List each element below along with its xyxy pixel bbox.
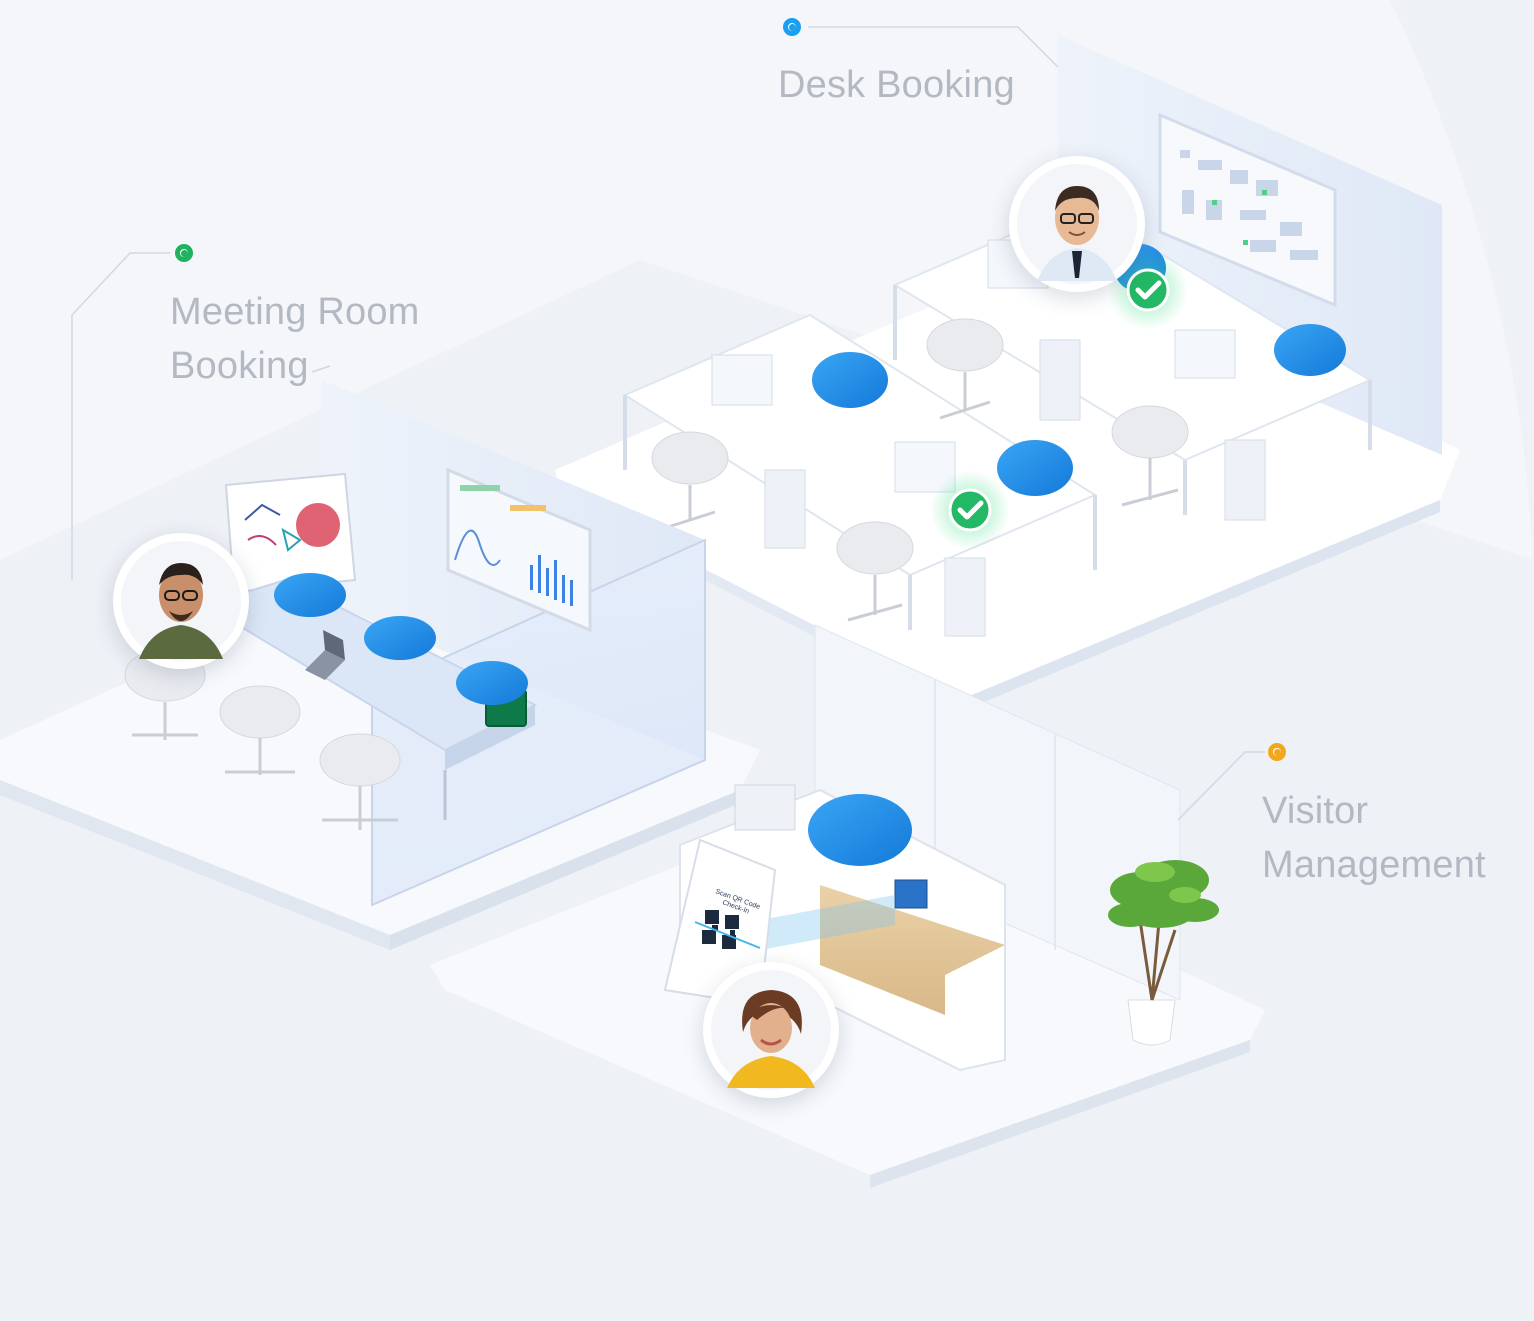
meeting-room-marker	[175, 244, 193, 262]
visitor-line2: Management	[1262, 844, 1486, 886]
meeting-room-line1: Meeting Room	[170, 291, 420, 333]
check-icon	[930, 470, 1010, 550]
meeting-room-line2: Booking	[170, 345, 309, 387]
desk-booking-title: Desk Booking	[778, 64, 1015, 106]
visitor-line1: Visitor	[1262, 790, 1369, 832]
visitor-management-label: Visitor Management	[1262, 784, 1486, 892]
desk-booking-label: Desk Booking	[778, 58, 1015, 112]
desk-booking-marker	[783, 18, 801, 36]
avatar-meeting-user	[113, 533, 249, 669]
reception-screen	[894, 879, 928, 909]
avatar-desk-user	[1009, 156, 1145, 292]
avatar-visitor	[703, 962, 839, 1098]
visitor-marker	[1268, 743, 1286, 761]
meeting-room-booking-label: Meeting Room Booking	[170, 285, 420, 393]
